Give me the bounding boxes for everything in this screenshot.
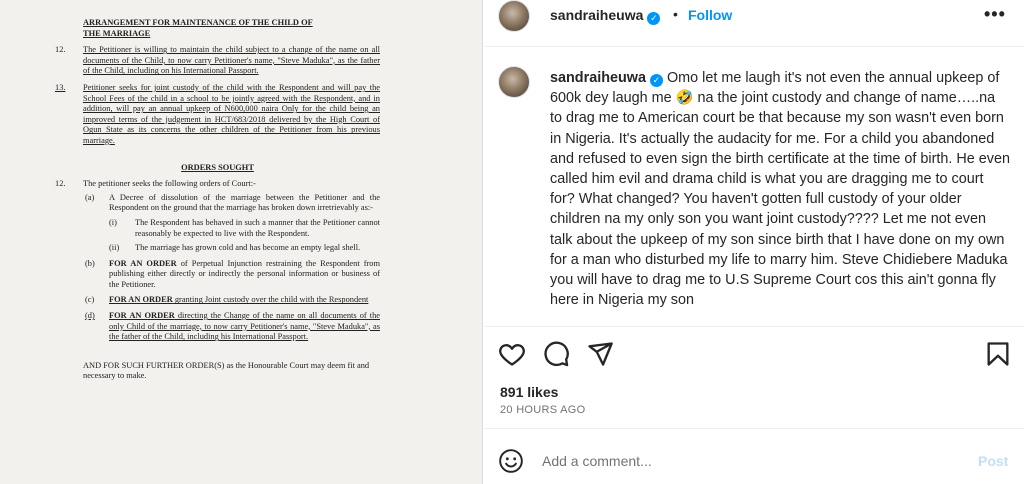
paragraph-text: The petitioner seeks the following order… <box>83 179 256 189</box>
smiley-icon[interactable] <box>498 448 524 474</box>
paragraph-12: 12. The Petitioner is willing to maintai… <box>55 45 380 77</box>
order-text: The marriage has grown cold and has beco… <box>135 243 361 253</box>
order-label: (ii) <box>109 243 120 253</box>
bookmark-icon[interactable] <box>984 340 1012 368</box>
order-c: (c) FOR AN ORDER granting Joint custody … <box>83 295 380 306</box>
avatar[interactable] <box>498 0 530 32</box>
caption-text-2: na the joint custody and change of name…… <box>550 90 1010 309</box>
heading-line-2: THE MARRIAGE <box>83 28 151 38</box>
paragraph-number: 12. <box>55 45 66 55</box>
paragraph-text: The Petitioner is willing to maintain th… <box>83 45 380 76</box>
order-text: FOR AN ORDER granting Joint custody over… <box>109 295 380 306</box>
post-comment-button[interactable]: Post <box>978 453 1008 469</box>
order-bold: FOR AN ORDER <box>109 311 175 321</box>
order-a: (a) A Decree of dissolution of the marri… <box>83 193 380 214</box>
header-username[interactable]: sandraiheuwa ✓ <box>550 7 661 25</box>
username-text[interactable]: sandraiheuwa <box>550 7 643 23</box>
orders-paragraph: 12. The petitioner seeks the following o… <box>55 179 380 190</box>
order-a-i: (i) The Respondent has behaved in such a… <box>109 218 380 239</box>
caption-body: sandraiheuwa ✓ Omo let me laugh it's not … <box>550 68 1010 310</box>
post-sidebar: sandraiheuwa ✓ • Follow ••• sandraiheuwa ✓… <box>484 0 1024 484</box>
order-label: (i) <box>109 217 117 227</box>
likes-count[interactable]: 891 likes <box>500 384 558 400</box>
separator-dot: • <box>673 6 678 22</box>
orders-list: (a) A Decree of dissolution of the marri… <box>83 193 380 343</box>
order-d: (d) FOR AN ORDER directing the Change of… <box>83 311 380 343</box>
post-image-document: ARRANGEMENT FOR MAINTENANCE OF THE CHILD… <box>0 0 483 484</box>
court-document: ARRANGEMENT FOR MAINTENANCE OF THE CHILD… <box>55 18 380 382</box>
comment-bubble-icon[interactable] <box>542 340 570 368</box>
paragraph-number: 13. <box>55 82 66 92</box>
order-a-ii: (ii) The marriage has grown cold and has… <box>109 243 380 254</box>
divider <box>484 428 1024 429</box>
post-timestamp[interactable]: 20 HOURS AGO <box>500 404 586 416</box>
order-text: FOR AN ORDER of Perpetual Injunction res… <box>109 259 380 291</box>
more-options-icon[interactable]: ••• <box>984 4 1006 25</box>
order-bold: FOR AN ORDER <box>109 258 177 268</box>
paragraph-text: Petitioner seeks for joint custody of th… <box>83 82 380 145</box>
order-label: (b) <box>85 258 95 268</box>
paper-plane-icon[interactable] <box>586 340 614 368</box>
order-text: FOR AN ORDER directing the Change of the… <box>109 311 380 343</box>
comment-input[interactable] <box>542 450 962 472</box>
order-label: (a) <box>85 192 95 202</box>
heart-icon[interactable] <box>498 340 526 368</box>
divider <box>484 46 1024 47</box>
order-b: (b) FOR AN ORDER of Perpetual Injunction… <box>83 259 380 291</box>
paragraph-13: 13. Petitioner seeks for joint custody o… <box>55 83 380 147</box>
orders-sought-heading: ORDERS SOUGHT <box>181 162 254 172</box>
caption: sandraiheuwa ✓ Omo let me laugh it's not … <box>498 66 1012 320</box>
avatar[interactable] <box>498 66 530 98</box>
verified-badge-icon: ✓ <box>647 12 661 25</box>
closing-paragraph: AND FOR SUCH FURTHER ORDER(S) as the Hon… <box>83 360 370 381</box>
document-heading: ARRANGEMENT FOR MAINTENANCE OF THE CHILD… <box>83 18 380 39</box>
heading-line-1: ARRANGEMENT FOR MAINTENANCE OF THE CHILD… <box>83 18 313 27</box>
action-bar <box>484 336 1024 368</box>
verified-badge-icon: ✓ <box>649 74 663 87</box>
order-rest: granting Joint custody over the child wi… <box>172 295 369 305</box>
order-bold: FOR AN ORDER <box>109 295 173 305</box>
paragraph-number: 12. <box>55 179 66 189</box>
order-label: (c) <box>85 295 95 305</box>
post-header: sandraiheuwa ✓ • Follow ••• <box>484 0 1024 32</box>
follow-button[interactable]: Follow <box>688 7 732 23</box>
emoji: 🤣 <box>675 90 694 107</box>
order-text: A Decree of dissolution of the marriage … <box>109 192 380 213</box>
order-text: The Respondent has behaved in such a man… <box>135 217 380 238</box>
caption-username[interactable]: sandraiheuwa <box>550 70 646 86</box>
order-label: (d) <box>85 311 95 321</box>
divider <box>484 326 1024 327</box>
